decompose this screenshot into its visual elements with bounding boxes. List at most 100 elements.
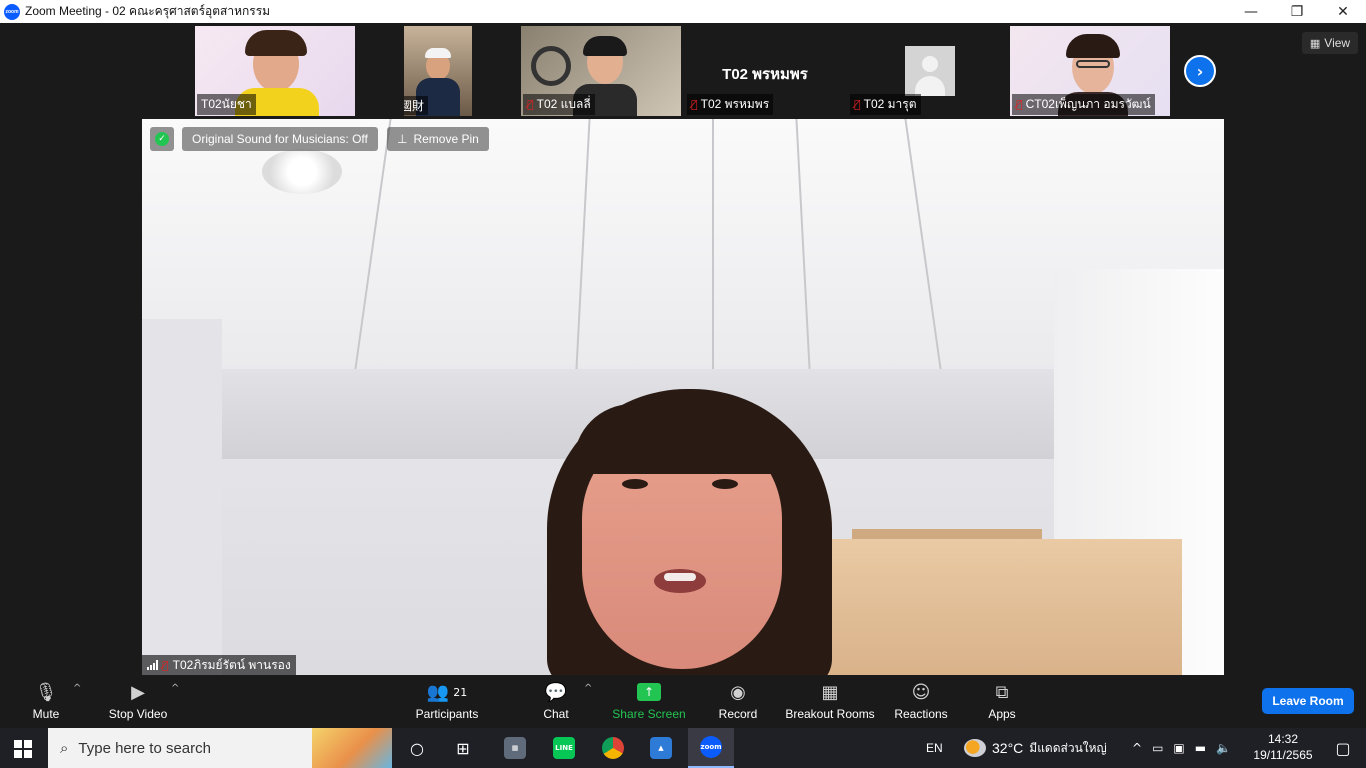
chrome-icon[interactable] — [590, 728, 636, 768]
speaker-icon[interactable]: 🔈 — [1216, 741, 1231, 755]
leave-room-button[interactable]: Leave Room — [1262, 688, 1354, 714]
chat-button[interactable]: 💬 Chat — [538, 679, 574, 725]
remove-pin-button[interactable]: ⊥ Remove Pin — [387, 127, 489, 151]
default-avatar-icon — [905, 46, 955, 96]
participant-name: 🎙̸ T02 พรหมพร — [687, 94, 774, 115]
photos-icon[interactable]: ▲ — [638, 728, 684, 768]
audio-options-caret[interactable]: ^ — [73, 683, 81, 694]
mic-muted-icon: 🎙̸ — [1016, 98, 1023, 111]
windows-start-icon[interactable] — [14, 740, 32, 758]
signal-bars-icon — [147, 660, 158, 670]
grid-icon: ▦ — [1309, 36, 1321, 50]
chat-options-caret[interactable]: ^ — [584, 683, 592, 694]
clock-date: 19/11/2565 — [1253, 748, 1313, 762]
temperature: 32°C — [992, 740, 1024, 756]
security-shield-icon[interactable]: ✓ — [150, 127, 174, 151]
camera-icon[interactable]: ▣ — [1173, 741, 1184, 755]
video-options-caret[interactable]: ^ — [171, 683, 179, 694]
cortana-icon[interactable]: ○ — [394, 728, 440, 768]
chevron-up-icon[interactable]: ^ — [1132, 741, 1142, 755]
reactions-label: Reactions — [894, 707, 948, 721]
participants-count: 21 — [453, 685, 468, 699]
language-label: EN — [926, 741, 943, 755]
participant-tile[interactable]: 🎙̸ T02 แบลลี่ — [521, 26, 681, 116]
breakout-rooms-button[interactable]: ▦ Breakout Rooms — [784, 679, 876, 725]
zoom-icon[interactable]: zoom — [688, 728, 734, 768]
chat-label: Chat — [543, 707, 569, 721]
participants-label: Participants — [415, 707, 479, 721]
stop-video-button[interactable]: ▶ Stop Video — [104, 679, 172, 725]
stop-video-label: Stop Video — [108, 707, 168, 721]
weather-widget[interactable]: 32°C มีแดดส่วนใหญ่ — [964, 728, 1107, 768]
chat-bubble-icon: 💬 — [544, 681, 568, 703]
language-indicator[interactable]: EN — [926, 728, 943, 768]
zoom-logo-icon: zoom — [4, 3, 20, 20]
clock-time: 14:32 — [1267, 732, 1299, 746]
close-button[interactable]: ✕ — [1320, 0, 1366, 23]
participant-name: T02นัยชา — [197, 94, 256, 115]
record-label: Record — [718, 707, 758, 721]
video-camera-icon: ▶ — [131, 681, 145, 703]
participant-name: 🎙̸ T02 มารุต — [850, 94, 921, 115]
view-button[interactable]: ▦ View — [1302, 32, 1358, 54]
apps-icon: ⧉ — [995, 681, 1009, 703]
mute-label: Mute — [32, 707, 60, 721]
sun-cloud-icon — [964, 739, 986, 757]
search-placeholder: Type here to search — [78, 739, 211, 757]
mic-muted-icon: 🎙̸ — [527, 98, 534, 111]
meeting-toolbar: 🎙 Mute ^ ▶ Stop Video ^ 👥 21 Participants… — [0, 675, 1366, 728]
participant-name: T02 巫國財 — [404, 96, 429, 115]
restore-button[interactable]: ❐ — [1274, 0, 1320, 23]
apps-button[interactable]: ⧉ Apps — [984, 679, 1020, 725]
breakout-rooms-icon: ▦ — [821, 681, 839, 703]
calculator-icon[interactable]: ▦ — [492, 728, 538, 768]
speaker-name: T02ภิรมย์รัตน์ พานรอง — [172, 657, 291, 672]
gallery-strip: T02นัยชา T02 巫國財 🎙̸T02 แบลลี่ T02 พรหมพร… — [0, 23, 1366, 119]
line-icon[interactable]: LINE — [541, 728, 587, 768]
search-icon: ⌕ — [60, 739, 69, 757]
taskbar-search-box[interactable]: ⌕ Type here to search — [48, 728, 392, 768]
view-label: View — [1324, 36, 1351, 50]
record-icon: ◉ — [730, 681, 746, 703]
mic-muted-icon: 🎙̸ — [162, 658, 169, 672]
participant-name: 🎙̸ T02 แบลลี่ — [523, 94, 595, 115]
apps-label: Apps — [988, 707, 1016, 721]
participant-tile[interactable]: T02 巫國財 — [404, 26, 472, 116]
share-screen-button[interactable]: ↑ Share Screen — [612, 679, 686, 725]
share-screen-label: Share Screen — [612, 707, 686, 721]
participant-name-text: T02นัยชา — [201, 97, 252, 111]
participant-tile[interactable]: 🎙̸ T02 มารุต — [848, 26, 1008, 116]
line-text: LINE — [553, 737, 575, 759]
participant-tile[interactable]: T02 พรหมพร 🎙̸ T02 พรหมพร — [685, 26, 845, 116]
reactions-button[interactable]: ☺ Reactions — [894, 679, 948, 725]
notification-icon[interactable]: ▢ — [1320, 728, 1366, 768]
original-sound-button[interactable]: Original Sound for Musicians: Off — [182, 127, 378, 151]
participants-button[interactable]: 👥 21 Participants — [412, 679, 482, 725]
battery-icon[interactable]: ▬ — [1195, 741, 1206, 755]
participant-name-text: T02 แบลลี่ — [536, 97, 591, 111]
record-button[interactable]: ◉ Record — [714, 679, 762, 725]
title-bar: zoom Zoom Meeting - 02 คณะครุศาสตร์อุตสา… — [0, 0, 1366, 23]
window-title: Zoom Meeting - 02 คณะครุศาสตร์อุตสาหกรรม — [25, 4, 271, 18]
task-view-icon[interactable]: ⊞ — [440, 728, 486, 768]
share-screen-icon: ↑ — [637, 679, 661, 705]
main-video[interactable]: ✓ Original Sound for Musicians: Off ⊥ Re… — [142, 119, 1224, 675]
speaker-name-tag: 🎙̸ T02ภิรมย์รัตน์ พานรอง — [142, 655, 296, 675]
zoom-text: zoom — [700, 736, 722, 758]
pin-icon: ⊥ — [397, 132, 408, 146]
participant-name-text: T02 มารุต — [863, 97, 917, 111]
meet-now-icon[interactable]: ▭ — [1152, 741, 1163, 755]
window-controls: — ❐ ✕ — [1228, 0, 1366, 23]
mic-muted-icon: 🎙̸ — [854, 98, 861, 111]
smiley-icon: ☺ — [911, 681, 931, 703]
windows-taskbar: ⌕ Type here to search ○ ⊞ ▦ LINE ▲ zoom … — [0, 728, 1366, 768]
weather-description: มีแดดส่วนใหญ่ — [1029, 740, 1107, 755]
chevron-right-icon[interactable]: › — [1184, 55, 1216, 87]
mute-button[interactable]: 🎙 Mute — [26, 679, 66, 725]
participant-tile[interactable]: 🎙̸ CT02เพ็ญนภา อมรวัฒน์ — [1010, 26, 1170, 116]
participant-tile[interactable]: T02นัยชา — [195, 26, 355, 116]
search-highlight-art — [312, 728, 392, 768]
minimize-button[interactable]: — — [1228, 0, 1274, 23]
participant-name-text: CT02เพ็ญนภา อมรวัฒน์ — [1025, 97, 1151, 111]
taskbar-clock[interactable]: 14:32 19/11/2565 — [1252, 731, 1314, 763]
